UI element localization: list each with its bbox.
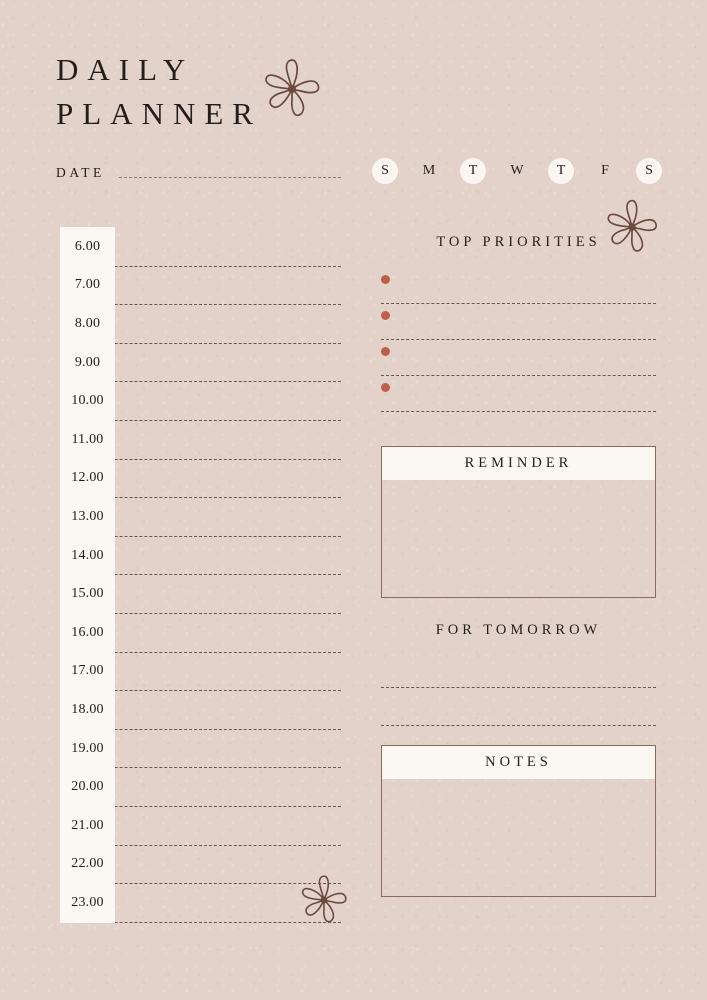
page-title-line-2: PLANNER — [56, 96, 262, 131]
slot-time-label: 21.00 — [71, 817, 104, 833]
daily-planner-page: DAILY PLANNER DATE S M T W T F S 6.00 7.… — [0, 0, 707, 1000]
bullet-dot-icon — [381, 275, 390, 284]
slot-time-label: 10.00 — [71, 393, 104, 409]
weekday-tuesday[interactable]: T — [460, 158, 486, 184]
slot-time-label: 22.00 — [71, 856, 104, 872]
weekday-sunday[interactable]: S — [372, 158, 398, 184]
for-tomorrow-heading: FOR TOMORROW — [435, 622, 602, 638]
schedule-row[interactable]: 10.00 — [60, 381, 341, 421]
priority-item[interactable] — [381, 268, 656, 304]
schedule-row[interactable]: 6.00 — [60, 227, 341, 267]
page-title-line-1: DAILY — [56, 52, 195, 87]
slot-time-label: 6.00 — [74, 238, 101, 254]
slot-time-label: 20.00 — [71, 779, 104, 795]
for-tomorrow-input[interactable] — [381, 688, 656, 726]
schedule-row[interactable]: 7.00 — [60, 265, 341, 306]
hourly-schedule: 6.00 7.00 8.00 9.00 10.00 11.00 12.00 13… — [60, 227, 341, 923]
slot-time-label: 18.00 — [71, 701, 104, 717]
date-field[interactable]: DATE — [56, 165, 341, 181]
slot-time-label: 9.00 — [74, 354, 101, 370]
bullet-dot-icon — [381, 311, 390, 320]
schedule-row[interactable]: 17.00 — [60, 651, 341, 692]
schedule-row[interactable]: 14.00 — [60, 535, 341, 576]
bullet-dot-icon — [381, 347, 390, 356]
slot-time-label: 13.00 — [71, 508, 104, 524]
notes-panel[interactable]: NOTES — [381, 745, 656, 897]
schedule-row[interactable]: 9.00 — [60, 342, 341, 383]
top-priorities-list — [381, 268, 656, 412]
schedule-row[interactable]: 18.00 — [60, 690, 341, 730]
slot-time-label: 12.00 — [71, 470, 104, 486]
weekday-friday[interactable]: F — [592, 158, 618, 184]
slot-time-label: 7.00 — [74, 277, 101, 293]
slot-time-label: 19.00 — [71, 740, 104, 756]
priority-item[interactable] — [381, 376, 656, 412]
flower-icon — [296, 872, 352, 928]
page-title: DAILY PLANNER — [56, 48, 262, 136]
schedule-row[interactable]: 15.00 — [60, 574, 341, 614]
weekday-selector[interactable]: S M T W T F S — [372, 158, 662, 184]
schedule-row[interactable]: 13.00 — [60, 497, 341, 537]
slot-time-label: 15.00 — [71, 586, 104, 602]
flower-icon — [258, 56, 326, 122]
reminder-heading: REMINDER — [382, 447, 655, 480]
schedule-row[interactable]: 20.00 — [60, 767, 341, 807]
weekday-saturday[interactable]: S — [636, 158, 662, 184]
slot-time-label: 16.00 — [71, 624, 104, 640]
schedule-row[interactable]: 12.00 — [60, 458, 341, 499]
priority-item[interactable] — [381, 304, 656, 340]
for-tomorrow-list — [381, 650, 656, 726]
for-tomorrow-input[interactable] — [381, 650, 656, 688]
schedule-row[interactable]: 21.00 — [60, 805, 341, 846]
schedule-row[interactable]: 16.00 — [60, 612, 341, 653]
slot-time-label: 8.00 — [74, 315, 101, 331]
schedule-row[interactable]: 8.00 — [60, 304, 341, 344]
slot-time-label: 23.00 — [71, 894, 104, 910]
weekday-wednesday[interactable]: W — [504, 158, 530, 184]
bullet-dot-icon — [381, 383, 390, 392]
date-label: DATE — [56, 165, 105, 180]
notes-heading: NOTES — [382, 746, 655, 779]
weekday-thursday[interactable]: T — [548, 158, 574, 184]
date-input-line[interactable] — [118, 177, 341, 178]
schedule-row[interactable]: 11.00 — [60, 419, 341, 460]
slot-time-label: 14.00 — [71, 547, 104, 563]
reminder-panel[interactable]: REMINDER — [381, 446, 656, 598]
slot-time-label: 17.00 — [71, 663, 104, 679]
priority-item[interactable] — [381, 340, 656, 376]
slot-time-label: 11.00 — [71, 431, 104, 447]
flower-icon — [601, 196, 663, 258]
weekday-monday[interactable]: M — [416, 158, 442, 184]
schedule-row[interactable]: 19.00 — [60, 728, 341, 769]
